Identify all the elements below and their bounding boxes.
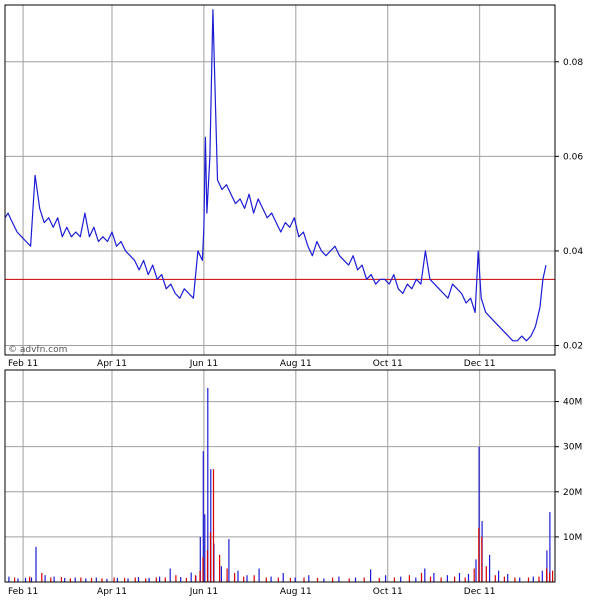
volume-y-tick-label: 10M (563, 533, 582, 543)
volume-y-tick-label: 40M (563, 398, 582, 408)
price-y-tick-label: 0.04 (563, 247, 583, 257)
price-x-tick-label: Oct 11 (373, 359, 403, 369)
chart-container: 0.02 0.04 0.06 0.08 Feb 11 Apr 11 Jun 11 Aug 1… (0, 0, 600, 600)
price-x-tick-label: Jun 11 (189, 359, 218, 369)
price-x-tick-label: Dec 11 (464, 359, 496, 369)
price-y-tick-label: 0.02 (563, 342, 583, 352)
volume-x-tick-label: Feb 11 (8, 587, 38, 597)
watermark: © advfn.com (8, 345, 67, 355)
price-x-tick-label: Feb 11 (8, 359, 38, 369)
chart-svg: 0.02 0.04 0.06 0.08 Feb 11 Apr 11 Jun 11 Aug 1… (0, 0, 600, 600)
price-x-tick-label: Apr 11 (97, 359, 127, 369)
volume-x-tick-label: Apr 11 (97, 587, 127, 597)
volume-y-tick-label: 30M (563, 443, 582, 453)
volume-x-tick-label: Dec 11 (464, 587, 496, 597)
chart-background (0, 0, 600, 600)
volume-x-tick-label: Jun 11 (189, 587, 218, 597)
price-x-tick-label: Aug 11 (280, 359, 312, 369)
price-y-tick-label: 0.08 (563, 58, 583, 68)
price-y-tick-label: 0.06 (563, 152, 583, 162)
volume-x-tick-label: Aug 11 (280, 587, 312, 597)
volume-x-tick-label: Oct 11 (373, 587, 403, 597)
volume-y-tick-label: 20M (563, 488, 582, 498)
